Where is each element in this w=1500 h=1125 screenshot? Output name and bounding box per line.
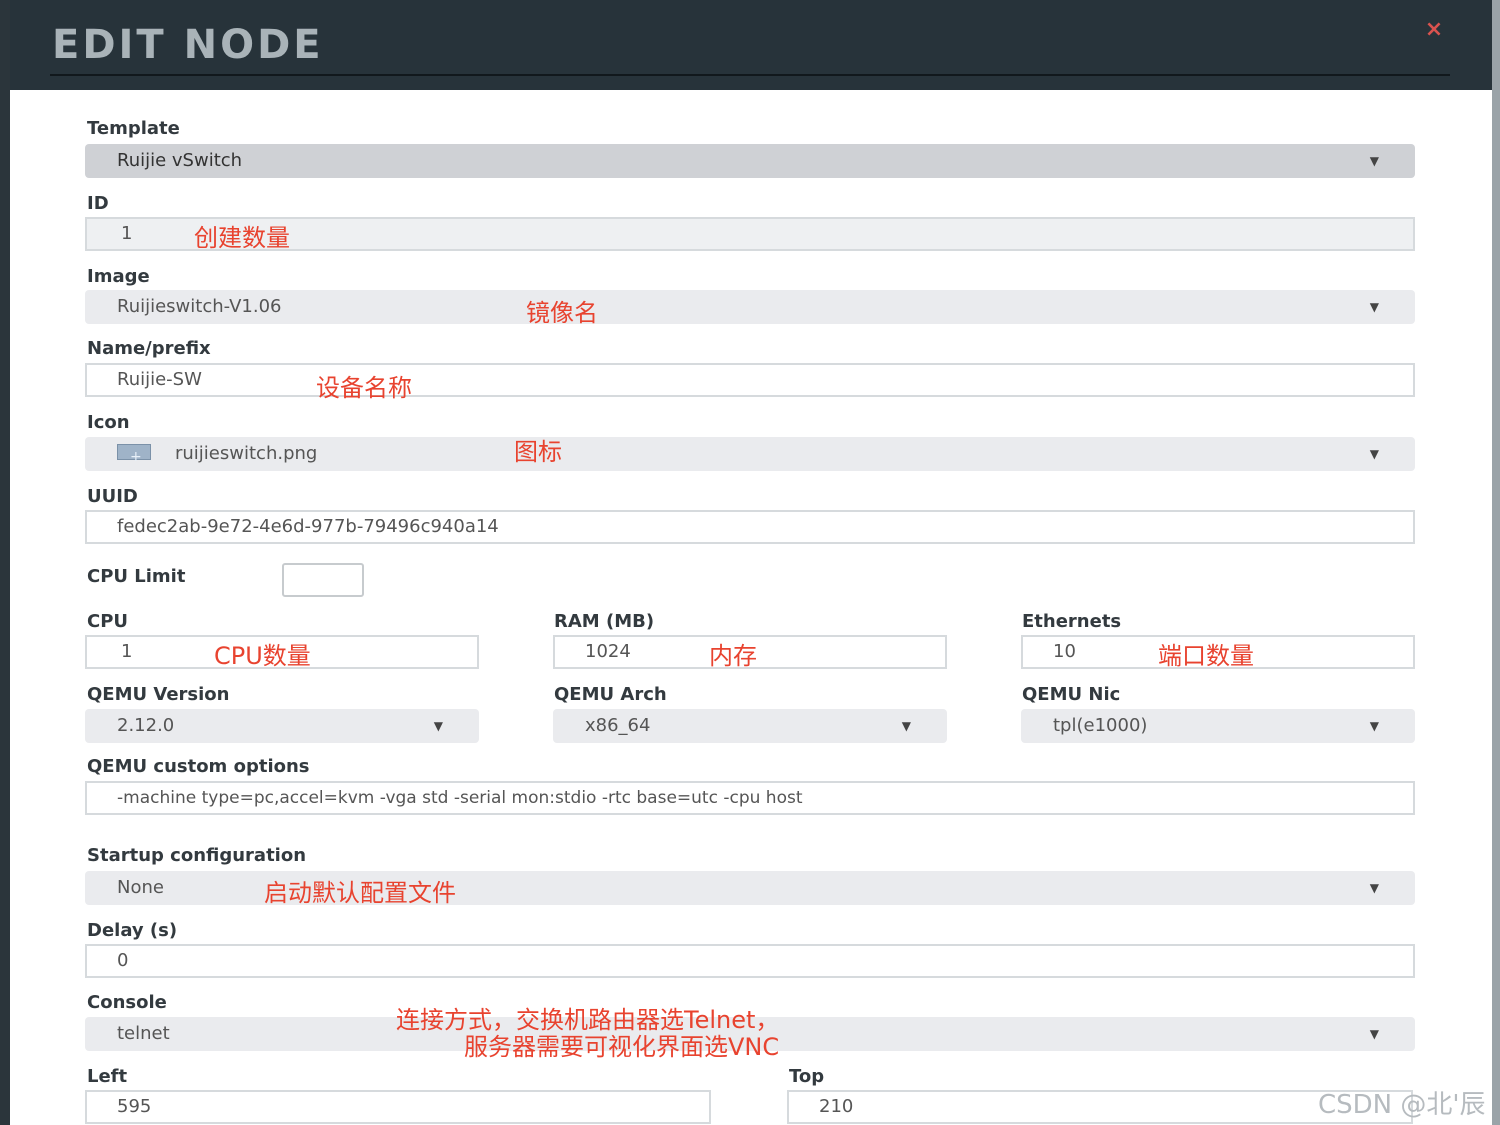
qemu-nic-select[interactable]: tpl(e1000) ▼ bbox=[1021, 709, 1415, 743]
qemu-version-value: 2.12.0 bbox=[117, 715, 175, 736]
chevron-down-icon: ▼ bbox=[1369, 300, 1379, 314]
top-label: Top bbox=[789, 1066, 825, 1087]
delay-value: 0 bbox=[117, 950, 129, 971]
qemu-arch-select[interactable]: x86_64 ▼ bbox=[553, 709, 947, 743]
delay-label: Delay (s) bbox=[87, 920, 178, 941]
uuid-label: UUID bbox=[87, 486, 138, 507]
qemu-version-label: QEMU Version bbox=[87, 684, 230, 705]
ram-value: 1024 bbox=[585, 641, 631, 662]
chevron-down-icon: ▼ bbox=[1369, 447, 1379, 461]
delay-input[interactable]: 0 bbox=[85, 944, 1415, 978]
ethernets-value: 10 bbox=[1053, 641, 1076, 662]
id-annotation: 创建数量 bbox=[194, 224, 290, 252]
startup-value: None bbox=[117, 877, 164, 898]
qemu-arch-value: x86_64 bbox=[585, 715, 651, 736]
cpu-limit-label: CPU Limit bbox=[87, 566, 186, 587]
uuid-value: fedec2ab-9e72-4e6d-977b-79496c940a14 bbox=[117, 516, 499, 537]
template-value: Ruijie vSwitch bbox=[117, 150, 243, 171]
image-annotation: 镜像名 bbox=[526, 299, 598, 327]
qemu-options-value: -machine type=pc,accel=kvm -vga std -ser… bbox=[117, 788, 803, 808]
chevron-down-icon: ▼ bbox=[901, 719, 911, 733]
startup-label: Startup configuration bbox=[87, 845, 307, 866]
icon-select[interactable]: ruijieswitch.png ▼ bbox=[85, 437, 1415, 474]
id-label: ID bbox=[87, 193, 109, 214]
qemu-nic-value: tpl(e1000) bbox=[1053, 715, 1148, 736]
id-value: 1 bbox=[121, 223, 133, 244]
qemu-arch-label: QEMU Arch bbox=[554, 684, 667, 705]
image-label: Image bbox=[87, 266, 150, 287]
icon-label: Icon bbox=[87, 412, 130, 433]
backdrop-right bbox=[1492, 0, 1500, 1125]
image-select[interactable]: Ruijieswitch-V1.06 ▼ bbox=[85, 290, 1415, 324]
name-value: Ruijie-SW bbox=[117, 369, 202, 390]
dialog-title: EDIT NODE bbox=[52, 22, 324, 68]
ethernets-annotation: 端口数量 bbox=[1158, 642, 1254, 670]
cpu-value: 1 bbox=[121, 641, 133, 662]
name-input[interactable]: Ruijie-SW bbox=[85, 363, 1415, 397]
console-label: Console bbox=[87, 992, 167, 1013]
image-value: Ruijieswitch-V1.06 bbox=[117, 296, 282, 317]
console-value: telnet bbox=[117, 1023, 170, 1044]
left-label: Left bbox=[87, 1066, 128, 1087]
startup-annotation: 启动默认配置文件 bbox=[264, 879, 456, 907]
uuid-input[interactable]: fedec2ab-9e72-4e6d-977b-79496c940a14 bbox=[85, 510, 1415, 544]
backdrop-left bbox=[0, 0, 10, 1125]
header-divider bbox=[50, 74, 1450, 76]
edit-node-dialog: EDIT NODE × Template Ruijie vSwitch ▼ ID… bbox=[0, 0, 1500, 1125]
qemu-nic-label: QEMU Nic bbox=[1022, 684, 1121, 705]
left-value: 595 bbox=[117, 1096, 152, 1117]
qemu-options-input[interactable]: -machine type=pc,accel=kvm -vga std -ser… bbox=[85, 781, 1415, 815]
left-input[interactable]: 595 bbox=[85, 1090, 711, 1124]
ethernets-label: Ethernets bbox=[1022, 611, 1122, 632]
icon-value: ruijieswitch.png bbox=[175, 443, 318, 464]
icon-annotation: 图标 bbox=[514, 438, 562, 466]
name-annotation: 设备名称 bbox=[316, 374, 412, 402]
name-label: Name/prefix bbox=[87, 338, 211, 359]
csdn-watermark: CSDN @北'辰 bbox=[1318, 1090, 1486, 1120]
dialog-header: EDIT NODE × bbox=[10, 0, 1492, 90]
ram-annotation: 内存 bbox=[709, 642, 757, 670]
chevron-down-icon: ▼ bbox=[1369, 719, 1379, 733]
chevron-down-icon: ▼ bbox=[433, 719, 443, 733]
chevron-down-icon: ▼ bbox=[1369, 1027, 1379, 1041]
top-value: 210 bbox=[819, 1096, 854, 1117]
qemu-version-select[interactable]: 2.12.0 ▼ bbox=[85, 709, 479, 743]
chevron-down-icon: ▼ bbox=[1369, 881, 1379, 895]
template-label: Template bbox=[87, 118, 180, 139]
qemu-options-label: QEMU custom options bbox=[87, 756, 310, 777]
image-file-icon bbox=[117, 440, 151, 474]
close-icon[interactable]: × bbox=[1420, 16, 1448, 44]
cpu-label: CPU bbox=[87, 611, 129, 632]
cpu-limit-checkbox[interactable] bbox=[282, 563, 364, 597]
template-select[interactable]: Ruijie vSwitch ▼ bbox=[85, 144, 1415, 178]
ram-label: RAM (MB) bbox=[554, 611, 655, 632]
console-annotation-line2: 服务器需要可视化界面选VNC bbox=[464, 1033, 780, 1061]
cpu-annotation: CPU数量 bbox=[214, 642, 311, 670]
chevron-down-icon: ▼ bbox=[1369, 154, 1379, 168]
